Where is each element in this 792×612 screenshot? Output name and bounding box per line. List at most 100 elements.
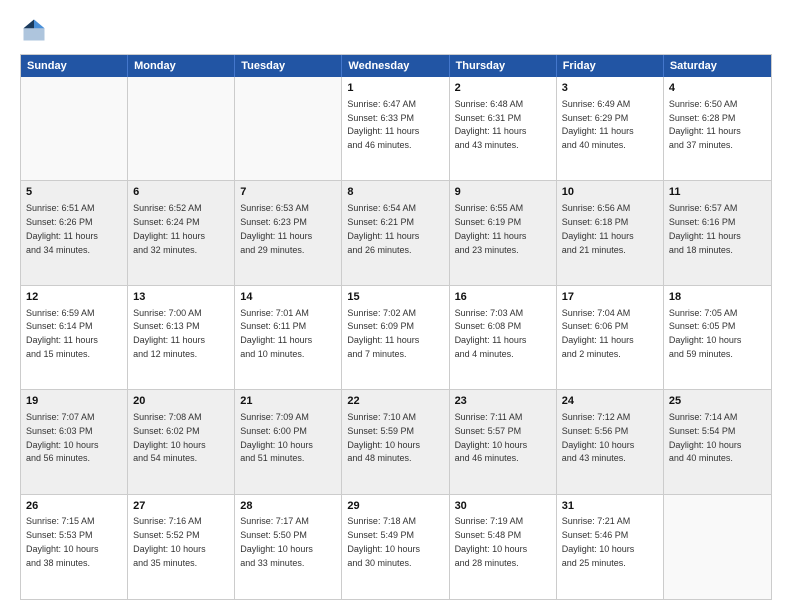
calendar-cell: 19 Sunrise: 7:07 AM Sunset: 6:03 PM Dayli… xyxy=(21,390,128,493)
day-number: 6 xyxy=(133,185,229,200)
day-number: 8 xyxy=(347,185,443,200)
calendar-cell: 29 Sunrise: 7:18 AM Sunset: 5:49 PM Dayli… xyxy=(342,495,449,599)
day-number: 19 xyxy=(26,394,122,409)
calendar-cell: 2 Sunrise: 6:48 AM Sunset: 6:31 PM Daylig… xyxy=(450,77,557,180)
day-number: 27 xyxy=(133,499,229,514)
calendar-cell: 25 Sunrise: 7:14 AM Sunset: 5:54 PM Dayli… xyxy=(664,390,771,493)
calendar-cell: 14 Sunrise: 7:01 AM Sunset: 6:11 PM Dayli… xyxy=(235,286,342,389)
day-number: 11 xyxy=(669,185,766,200)
day-number: 20 xyxy=(133,394,229,409)
calendar-cell xyxy=(128,77,235,180)
calendar-header: SundayMondayTuesdayWednesdayThursdayFrid… xyxy=(21,55,771,77)
cell-info: Sunrise: 6:59 AM Sunset: 6:14 PM Dayligh… xyxy=(26,308,98,359)
cell-info: Sunrise: 7:18 AM Sunset: 5:49 PM Dayligh… xyxy=(347,516,420,567)
calendar-cell: 8 Sunrise: 6:54 AM Sunset: 6:21 PM Daylig… xyxy=(342,181,449,284)
weekday-header: Monday xyxy=(128,55,235,77)
day-number: 26 xyxy=(26,499,122,514)
calendar-cell: 1 Sunrise: 6:47 AM Sunset: 6:33 PM Daylig… xyxy=(342,77,449,180)
cell-info: Sunrise: 7:05 AM Sunset: 6:05 PM Dayligh… xyxy=(669,308,742,359)
day-number: 17 xyxy=(562,290,658,305)
cell-info: Sunrise: 7:12 AM Sunset: 5:56 PM Dayligh… xyxy=(562,412,635,463)
header xyxy=(20,16,772,44)
day-number: 1 xyxy=(347,81,443,96)
weekday-header: Friday xyxy=(557,55,664,77)
cell-info: Sunrise: 6:55 AM Sunset: 6:19 PM Dayligh… xyxy=(455,203,527,254)
day-number: 7 xyxy=(240,185,336,200)
calendar-row: 5Sunrise: 6:51 AM Sunset: 6:26 PM Daylig… xyxy=(21,181,771,285)
logo-icon xyxy=(20,16,48,44)
day-number: 9 xyxy=(455,185,551,200)
weekday-header: Saturday xyxy=(664,55,771,77)
weekday-header: Thursday xyxy=(450,55,557,77)
cell-info: Sunrise: 7:00 AM Sunset: 6:13 PM Dayligh… xyxy=(133,308,205,359)
calendar-cell: 21 Sunrise: 7:09 AM Sunset: 6:00 PM Dayli… xyxy=(235,390,342,493)
calendar-cell: 20 Sunrise: 7:08 AM Sunset: 6:02 PM Dayli… xyxy=(128,390,235,493)
calendar-cell: 18 Sunrise: 7:05 AM Sunset: 6:05 PM Dayli… xyxy=(664,286,771,389)
day-number: 18 xyxy=(669,290,766,305)
day-number: 29 xyxy=(347,499,443,514)
cell-info: Sunrise: 6:47 AM Sunset: 6:33 PM Dayligh… xyxy=(347,99,419,150)
calendar-cell: 23 Sunrise: 7:11 AM Sunset: 5:57 PM Dayli… xyxy=(450,390,557,493)
calendar-cell: 30Sunrise: 7:19 AM Sunset: 5:48 PM Dayli… xyxy=(450,495,557,599)
calendar-row: 26 Sunrise: 7:15 AM Sunset: 5:53 PM Dayli… xyxy=(21,495,771,599)
day-number: 21 xyxy=(240,394,336,409)
cell-info: Sunrise: 6:49 AM Sunset: 6:29 PM Dayligh… xyxy=(562,99,634,150)
cell-info: Sunrise: 6:57 AM Sunset: 6:16 PM Dayligh… xyxy=(669,203,741,254)
cell-info: Sunrise: 6:52 AM Sunset: 6:24 PM Dayligh… xyxy=(133,203,205,254)
day-number: 22 xyxy=(347,394,443,409)
calendar-cell: 16Sunrise: 7:03 AM Sunset: 6:08 PM Dayli… xyxy=(450,286,557,389)
page: SundayMondayTuesdayWednesdayThursdayFrid… xyxy=(0,0,792,612)
day-number: 12 xyxy=(26,290,122,305)
cell-info: Sunrise: 7:01 AM Sunset: 6:11 PM Dayligh… xyxy=(240,308,312,359)
cell-info: Sunrise: 7:03 AM Sunset: 6:08 PM Dayligh… xyxy=(455,308,527,359)
calendar-cell: 31Sunrise: 7:21 AM Sunset: 5:46 PM Dayli… xyxy=(557,495,664,599)
day-number: 3 xyxy=(562,81,658,96)
cell-info: Sunrise: 7:15 AM Sunset: 5:53 PM Dayligh… xyxy=(26,516,99,567)
cell-info: Sunrise: 6:48 AM Sunset: 6:31 PM Dayligh… xyxy=(455,99,527,150)
calendar-cell: 11 Sunrise: 6:57 AM Sunset: 6:16 PM Dayli… xyxy=(664,181,771,284)
cell-info: Sunrise: 6:54 AM Sunset: 6:21 PM Dayligh… xyxy=(347,203,419,254)
weekday-header: Wednesday xyxy=(342,55,449,77)
calendar-cell: 22 Sunrise: 7:10 AM Sunset: 5:59 PM Dayli… xyxy=(342,390,449,493)
cell-info: Sunrise: 7:17 AM Sunset: 5:50 PM Dayligh… xyxy=(240,516,313,567)
calendar-cell: 4Sunrise: 6:50 AM Sunset: 6:28 PM Daylig… xyxy=(664,77,771,180)
day-number: 24 xyxy=(562,394,658,409)
cell-info: Sunrise: 6:56 AM Sunset: 6:18 PM Dayligh… xyxy=(562,203,634,254)
weekday-header: Sunday xyxy=(21,55,128,77)
day-number: 13 xyxy=(133,290,229,305)
cell-info: Sunrise: 7:21 AM Sunset: 5:46 PM Dayligh… xyxy=(562,516,635,567)
calendar-cell: 15Sunrise: 7:02 AM Sunset: 6:09 PM Dayli… xyxy=(342,286,449,389)
cell-info: Sunrise: 7:19 AM Sunset: 5:48 PM Dayligh… xyxy=(455,516,528,567)
cell-info: Sunrise: 7:10 AM Sunset: 5:59 PM Dayligh… xyxy=(347,412,420,463)
cell-info: Sunrise: 7:11 AM Sunset: 5:57 PM Dayligh… xyxy=(455,412,528,463)
calendar-cell: 5Sunrise: 6:51 AM Sunset: 6:26 PM Daylig… xyxy=(21,181,128,284)
calendar-cell: 9 Sunrise: 6:55 AM Sunset: 6:19 PM Daylig… xyxy=(450,181,557,284)
weekday-header: Tuesday xyxy=(235,55,342,77)
cell-info: Sunrise: 7:07 AM Sunset: 6:03 PM Dayligh… xyxy=(26,412,99,463)
logo xyxy=(20,16,52,44)
day-number: 2 xyxy=(455,81,551,96)
calendar-cell: 3 Sunrise: 6:49 AM Sunset: 6:29 PM Daylig… xyxy=(557,77,664,180)
cell-info: Sunrise: 7:14 AM Sunset: 5:54 PM Dayligh… xyxy=(669,412,742,463)
calendar-cell xyxy=(235,77,342,180)
calendar-row: 19 Sunrise: 7:07 AM Sunset: 6:03 PM Dayli… xyxy=(21,390,771,494)
cell-info: Sunrise: 6:53 AM Sunset: 6:23 PM Dayligh… xyxy=(240,203,312,254)
day-number: 14 xyxy=(240,290,336,305)
calendar-row: 12 Sunrise: 6:59 AM Sunset: 6:14 PM Dayli… xyxy=(21,286,771,390)
calendar-cell: 26 Sunrise: 7:15 AM Sunset: 5:53 PM Dayli… xyxy=(21,495,128,599)
day-number: 15 xyxy=(347,290,443,305)
day-number: 25 xyxy=(669,394,766,409)
calendar-row: 1 Sunrise: 6:47 AM Sunset: 6:33 PM Daylig… xyxy=(21,77,771,181)
calendar-cell: 6 Sunrise: 6:52 AM Sunset: 6:24 PM Daylig… xyxy=(128,181,235,284)
day-number: 4 xyxy=(669,81,766,96)
cell-info: Sunrise: 7:08 AM Sunset: 6:02 PM Dayligh… xyxy=(133,412,206,463)
calendar: SundayMondayTuesdayWednesdayThursdayFrid… xyxy=(20,54,772,600)
cell-info: Sunrise: 6:51 AM Sunset: 6:26 PM Dayligh… xyxy=(26,203,98,254)
cell-info: Sunrise: 7:09 AM Sunset: 6:00 PM Dayligh… xyxy=(240,412,313,463)
calendar-cell: 12 Sunrise: 6:59 AM Sunset: 6:14 PM Dayli… xyxy=(21,286,128,389)
calendar-cell: 27 Sunrise: 7:16 AM Sunset: 5:52 PM Dayli… xyxy=(128,495,235,599)
cell-info: Sunrise: 7:16 AM Sunset: 5:52 PM Dayligh… xyxy=(133,516,206,567)
calendar-cell: 13 Sunrise: 7:00 AM Sunset: 6:13 PM Dayli… xyxy=(128,286,235,389)
day-number: 10 xyxy=(562,185,658,200)
day-number: 23 xyxy=(455,394,551,409)
